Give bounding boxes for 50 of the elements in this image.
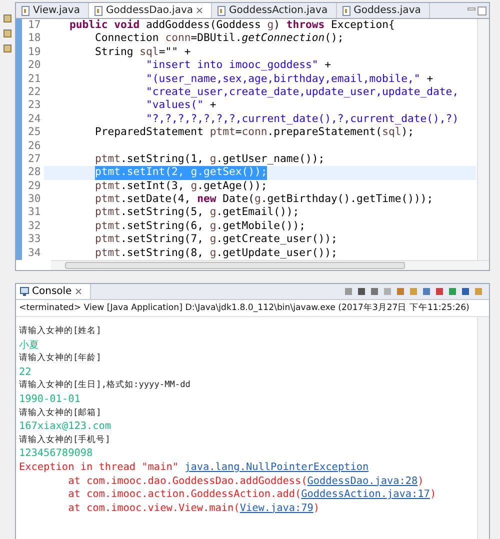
java-file-icon bbox=[21, 6, 30, 16]
horizontal-scrollbar[interactable] bbox=[51, 260, 489, 270]
console-line: at com.imooc.view.View.main(View.java:79) bbox=[67, 502, 321, 516]
stack-trace-link[interactable]: GoddessDao.java:28 bbox=[307, 476, 418, 487]
console-line: 请输入女神的[手机号] bbox=[19, 434, 112, 447]
code-line: String sql="" + bbox=[95, 46, 191, 60]
stack-trace-link[interactable]: java.lang.NullPointerException bbox=[184, 462, 369, 473]
code-line: "?,?,?,?,?,?,?,current_date(),?,current_date(),?) bbox=[146, 112, 459, 126]
code-line: public void addGoddess(Goddess g) throws Exception{ bbox=[70, 19, 395, 32]
console-line: 123456789098 bbox=[19, 447, 94, 461]
code-line: ptmt.setString(8, g.getUpdate_user()); bbox=[95, 246, 338, 260]
console-line: 22 bbox=[19, 366, 32, 380]
java-file-icon bbox=[342, 6, 351, 16]
stack-trace-link[interactable]: GoddessAction.java:17 bbox=[301, 489, 430, 500]
console-line: at com.imooc.dao.GoddessDao.addGoddess(GoddessDao.java:28) bbox=[67, 474, 425, 488]
console-line: 请输入女神的[生日],格式如:yyyy-MM-dd bbox=[19, 379, 192, 392]
vertical-scrollbar[interactable] bbox=[477, 19, 489, 260]
code-line: ptmt.setString(7, g.getCreate_user()); bbox=[95, 233, 338, 247]
code-line: "create_user,create_date,update_user,update_date, bbox=[146, 86, 459, 100]
console-line: at com.imooc.action.GoddessAction.add(GoddessAction.java:17) bbox=[67, 488, 438, 502]
code-line: "values(" + bbox=[146, 99, 216, 113]
console-line: 167xiax@123.com bbox=[19, 420, 112, 434]
code-line: ptmt.setDate(4, new Date(g.getBirthday().getTime())); bbox=[95, 193, 434, 206]
code-line: ptmt.setString(1, g.getUser_name()); bbox=[95, 152, 325, 166]
console-line: 小夏 bbox=[19, 338, 40, 352]
code-line: ptmt.setString(5, g.getEmail()); bbox=[95, 206, 300, 220]
editor-tab[interactable]: GoddessDao.java bbox=[88, 3, 212, 18]
code-line: ptmt.setInt(3, g.getAge()); bbox=[95, 180, 268, 194]
console-line: Exception in thread "main" java.lang.NullPointerException bbox=[19, 460, 370, 475]
console-line: 1990-01-01 bbox=[19, 393, 82, 407]
monitor-icon bbox=[20, 287, 29, 296]
console-tab[interactable]: Console bbox=[16, 284, 91, 300]
stack-trace-link[interactable]: View.java:79 bbox=[240, 502, 314, 514]
console-line: 请输入女神的[姓名] bbox=[19, 325, 102, 338]
editor-tab[interactable]: Goddess.java bbox=[336, 3, 430, 18]
code-line: Connection conn=DBUtil.getConnection(); bbox=[95, 32, 344, 46]
close-icon[interactable] bbox=[74, 288, 82, 296]
console-line: 请输入女神的[年龄] bbox=[19, 352, 102, 366]
maximize-icon[interactable] bbox=[477, 4, 489, 16]
code-line: "insert into imooc_goddess" + bbox=[146, 59, 332, 73]
console-line: 请输入女神的[邮箱] bbox=[19, 406, 102, 420]
java-file-icon bbox=[94, 6, 103, 16]
line-number: 28 bbox=[22, 166, 44, 180]
vertical-scrollbar[interactable] bbox=[477, 317, 489, 539]
code-line: PreparedStatement ptmt=conn.prepareStatement(sql); bbox=[95, 126, 414, 140]
close-icon[interactable] bbox=[196, 7, 203, 14]
java-file-icon bbox=[217, 6, 226, 16]
process-status: <terminated> View [Java Application] D:\Java\jdk1.8.0_112\bin\javaw.exe (2017年3月27日 下午11:25:26) bbox=[16, 300, 489, 318]
code-line: ptmt.setString(6, g.getMobile()); bbox=[95, 220, 306, 234]
code-line: "(user_name,sex,age,birthday,email,mobile," + bbox=[146, 72, 434, 86]
